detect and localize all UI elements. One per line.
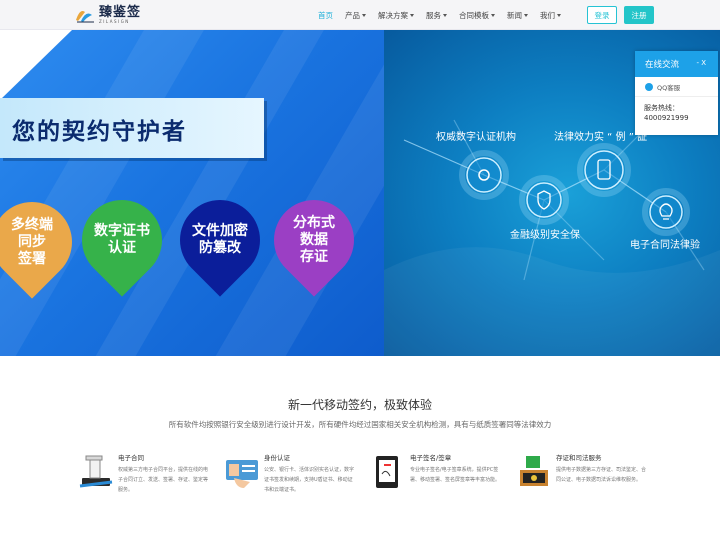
feature-label: 法律效力实 “ 例 ” 証: [554, 132, 648, 143]
service-title: 身份认证: [264, 454, 290, 462]
gear-icon: [466, 157, 502, 193]
service-card[interactable]: 身份认证公安、银行卡、活体识别实名认证，数字证书签发和续期，支持U盾证书、移动证…: [224, 452, 354, 512]
nav-item[interactable]: 合同模板: [459, 10, 495, 21]
nav-item[interactable]: 首页: [318, 10, 333, 21]
feature-pin-label: 文件加密 防篡改: [192, 223, 248, 256]
chevron-down-icon: [410, 13, 414, 17]
hotline-label: 服务热线：: [644, 104, 679, 112]
service-card[interactable]: 电子合同权威第三方电子合同平台，提供在线的电子合同订立、发送、签署、存证、鉴定等…: [78, 452, 208, 512]
nav-item[interactable]: 我们: [540, 10, 561, 21]
feature-label: 权威数字认证机构: [436, 132, 516, 143]
chevron-down-icon: [524, 13, 528, 17]
register-button[interactable]: 注册: [624, 6, 654, 24]
archive-icon: [516, 452, 556, 496]
feature-pin-label: 数字证书 认证: [94, 223, 150, 256]
qq-label: QQ客服: [657, 83, 681, 92]
logo-name: 臻鉴签: [99, 5, 142, 20]
banner-left-panel: 您的契约守护者 多终端 同步 签署 数字证书 认证 文件加密 防篡改 分布式 数据 存…: [0, 30, 486, 356]
nav-item-label: 解决方案: [378, 10, 408, 20]
nav-item-label: 首页: [318, 10, 333, 20]
logo-tagline: ZILASIGN: [99, 19, 130, 24]
hotline: 服务热线： 4000921999: [635, 97, 718, 123]
chat-window-controls[interactable]: - X: [696, 59, 706, 67]
chevron-down-icon: [491, 13, 495, 17]
hotline-number: 4000921999: [644, 114, 689, 122]
service-description: 权威第三方电子合同平台，提供在线的电子合同订立、发送、签署、存证、鉴定等服务。: [118, 467, 209, 493]
slogan-box: 您的契约守护者: [0, 98, 264, 158]
service-description: 提供电子数据第三方存证、司法鉴定、合同公证、电子数据司法诉讼维权服务。: [556, 467, 647, 483]
phone-icon: [584, 150, 624, 190]
stamp-icon: [78, 452, 118, 496]
section-title: 新一代移动签约，极致体验: [287, 398, 432, 412]
nav-item[interactable]: 产品: [345, 10, 366, 21]
id-card-icon: [224, 452, 264, 496]
service-description: 专业电子签名/电子签章系统，提供PC签署、移动签署、签名屏签章等丰富功能。: [410, 467, 501, 483]
nav-item[interactable]: 解决方案: [378, 10, 414, 21]
logo-mark-icon: [74, 6, 96, 24]
nav-item-label: 合同模板: [459, 10, 489, 20]
banner-corner: [0, 30, 72, 100]
service-title: 存证和司法服务: [556, 454, 602, 462]
logo[interactable]: 臻鉴签 ZILASIGN: [74, 5, 141, 25]
nav-item-label: 新闻: [507, 10, 522, 20]
qq-icon: [645, 82, 653, 91]
feature-pin-label: 分布式 数据 存证: [293, 214, 335, 265]
nav-item-label: 我们: [540, 10, 555, 20]
tablet-icon: [370, 452, 410, 496]
shield-icon: [526, 182, 562, 218]
feature-label: 电子合同法律验: [630, 240, 700, 251]
nav-item[interactable]: 服务: [426, 10, 447, 21]
online-chat-widget[interactable]: 在线交流 - X QQ客服 服务热线： 4000921999: [635, 51, 718, 135]
service-title: 电子签名/签章: [410, 454, 452, 462]
service-description: 公安、银行卡、活体识别实名认证，数字证书签发和续期，支持U盾证书、移动证书和云端…: [264, 467, 355, 493]
chat-title: 在线交流: [645, 60, 680, 70]
chat-header[interactable]: 在线交流 - X: [635, 51, 718, 77]
chevron-down-icon: [443, 13, 447, 17]
nav-item-label: 服务: [426, 10, 441, 20]
section-subtitle: 所有软件均按照银行安全级别进行设计开发，所有硬件均经过国家相关安全机构检测，具有…: [168, 420, 552, 429]
top-header: 臻鉴签 ZILASIGN 首页 产品 解决方案 服务 合同模板 新闻 我们 登录 注册: [0, 0, 720, 30]
banner-slogan: 您的契约守护者: [12, 119, 187, 145]
qq-service-link[interactable]: QQ客服: [635, 77, 718, 97]
chevron-down-icon: [362, 13, 366, 17]
main-nav: 首页 产品 解决方案 服务 合同模板 新闻 我们: [318, 0, 573, 30]
service-title: 电子合同: [118, 454, 144, 462]
nav-item-label: 产品: [345, 10, 360, 20]
feature-label: 金融级别安全保: [510, 230, 580, 241]
nav-item[interactable]: 新闻: [507, 10, 528, 21]
service-card[interactable]: 存证和司法服务提供电子数据第三方存证、司法鉴定、合同公证、电子数据司法诉讼维权服…: [516, 452, 646, 512]
service-card[interactable]: 电子签名/签章专业电子签名/电子签章系统，提供PC签署、移动签署、签名屏签章等丰…: [370, 452, 500, 512]
feature-pin-label: 多终端 同步 签署: [11, 216, 53, 267]
login-button[interactable]: 登录: [587, 6, 617, 24]
bulb-icon: [649, 195, 683, 229]
chevron-down-icon: [557, 13, 561, 17]
hero-banner[interactable]: 您的契约守护者 多终端 同步 签署 数字证书 认证 文件加密 防篡改 分布式 数据 存…: [0, 30, 720, 356]
